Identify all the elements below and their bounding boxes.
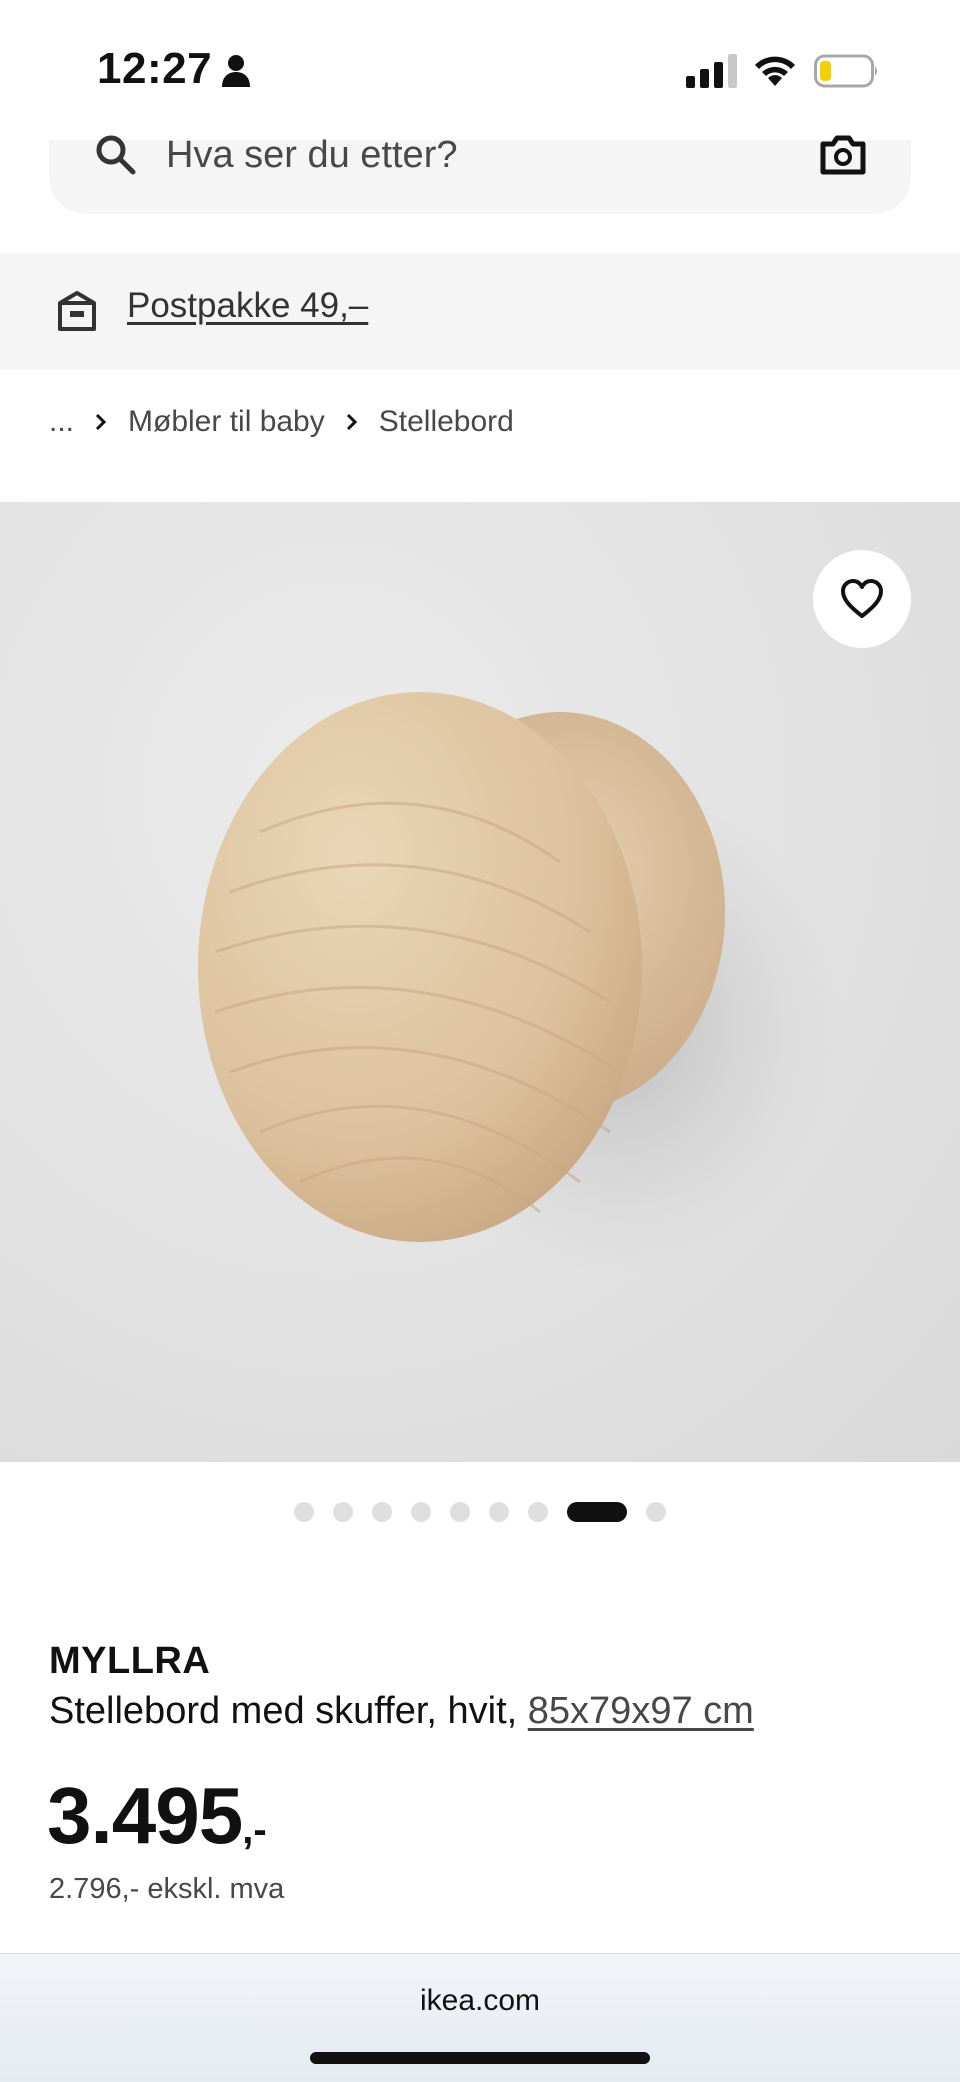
status-bar: 12:27 <box>0 0 960 140</box>
carousel-dot-active[interactable] <box>567 1502 627 1522</box>
price-ex-vat: 2.796,- ekskl. mva <box>49 1873 285 1905</box>
price-suffix: ,- <box>242 1808 267 1852</box>
carousel-dot[interactable] <box>528 1502 548 1522</box>
image-carousel-indicator[interactable] <box>0 1500 960 1524</box>
product-price: 3.495,- <box>47 1770 267 1862</box>
breadcrumb: ... Møbler til baby Stellebord <box>49 402 514 442</box>
browser-domain[interactable]: ikea.com <box>0 1984 960 2018</box>
product-size-link[interactable]: 85x79x97 cm <box>528 1690 754 1732</box>
shipping-promo[interactable]: Postpakke 49,– <box>0 253 960 370</box>
chevron-right-icon <box>95 413 107 431</box>
status-time: 12:27 <box>97 44 213 93</box>
product-photo <box>198 692 840 1272</box>
home-indicator[interactable] <box>310 2052 650 2064</box>
battery-icon <box>814 54 877 88</box>
carousel-dot[interactable] <box>646 1502 666 1522</box>
box-icon <box>58 291 96 331</box>
person-icon <box>222 55 250 87</box>
carousel-dot[interactable] <box>411 1502 431 1522</box>
camera-icon[interactable] <box>819 132 867 176</box>
heart-icon <box>841 579 883 618</box>
shipping-promo-link[interactable]: Postpakke 49,– <box>127 286 368 326</box>
product-description-text: Stellebord med skuffer, hvit, <box>49 1690 518 1732</box>
price-amount: 3.495 <box>47 1771 243 1860</box>
carousel-dot[interactable] <box>294 1502 314 1522</box>
breadcrumb-ellipsis[interactable]: ... <box>49 405 74 439</box>
carousel-dot[interactable] <box>489 1502 509 1522</box>
signal-icon <box>686 54 737 88</box>
search-bar[interactable]: Hva ser du etter? <box>49 134 911 214</box>
carousel-dot[interactable] <box>333 1502 353 1522</box>
product-image[interactable] <box>0 502 960 1462</box>
wifi-icon <box>755 56 795 86</box>
carousel-dot[interactable] <box>450 1502 470 1522</box>
product-name: MYLLRA <box>49 1640 211 1682</box>
product-description: Stellebord med skuffer, hvit, 85x79x97 c… <box>49 1690 754 1733</box>
breadcrumb-item-changing-table[interactable]: Stellebord <box>379 405 514 439</box>
search-icon[interactable] <box>93 132 137 176</box>
search-input[interactable]: Hva ser du etter? <box>166 134 457 177</box>
breadcrumb-item-baby-furniture[interactable]: Møbler til baby <box>128 405 325 439</box>
carousel-dot[interactable] <box>372 1502 392 1522</box>
favorite-button[interactable] <box>813 550 911 648</box>
chevron-right-icon <box>346 413 357 431</box>
